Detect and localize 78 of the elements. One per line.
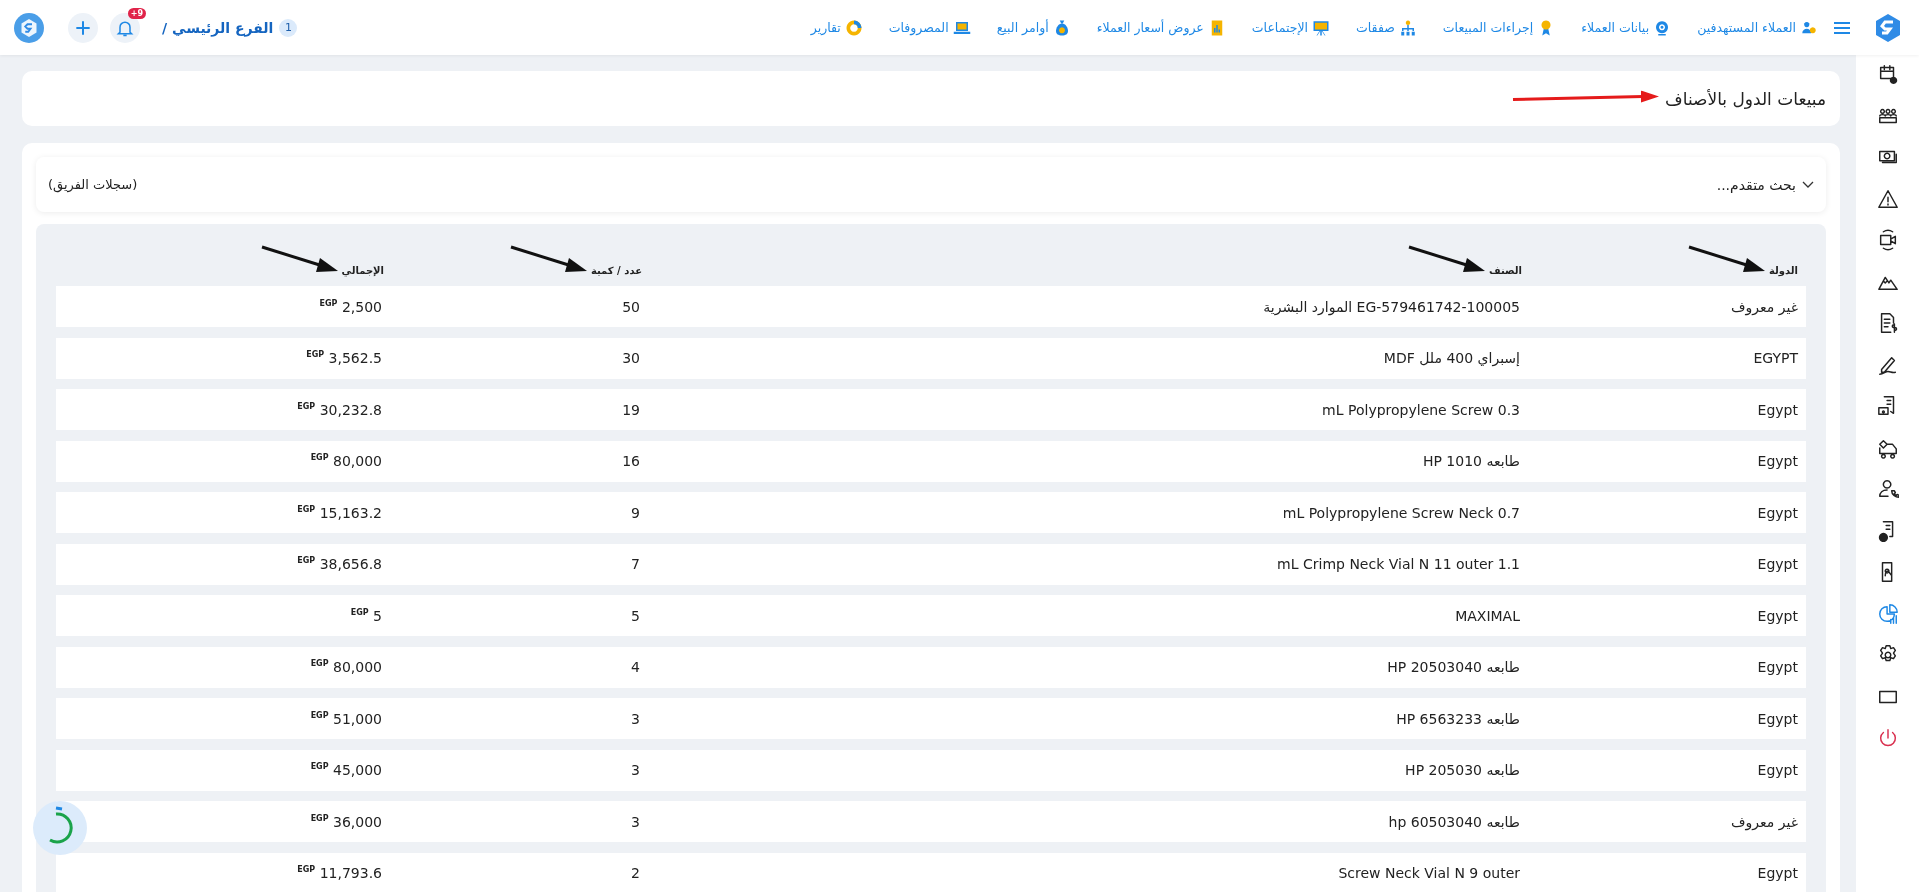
nav-link[interactable]: المصروفات	[888, 18, 971, 37]
table-cell: 5	[631, 607, 640, 624]
nav-link[interactable]: الإجتماعات	[1251, 18, 1330, 37]
branch-name[interactable]: الفرع الرئيسي /	[162, 19, 274, 36]
presentation-board-icon	[1312, 18, 1330, 37]
page-title: مبيعات الدول بالأصناف	[1665, 88, 1826, 109]
table-cell: $^{EGP}$ 80,000	[310, 453, 382, 469]
warning-icon[interactable]	[1876, 187, 1899, 210]
table-cell: $^{EGP}$ 38,656.8	[297, 556, 382, 572]
chart-ring-icon	[844, 18, 863, 37]
table-cell: طابعه HP 205030	[1405, 762, 1520, 778]
nav-link[interactable]: أوامر البيع	[996, 18, 1071, 37]
table-cell: Egypt	[1757, 762, 1798, 778]
table-cell: طابعه HP 20503040	[1387, 659, 1520, 675]
column-header[interactable]: عدد / كمية	[590, 265, 642, 276]
nav-link[interactable]: بيانات العملاء	[1581, 18, 1672, 37]
menu-icon[interactable]	[1832, 19, 1852, 36]
table-cell: Screw Neck Vial N 9 outer	[1338, 865, 1520, 881]
chevron-down-icon	[1802, 180, 1814, 189]
avatar[interactable]	[14, 12, 44, 43]
notification-badge: +9	[127, 7, 146, 19]
table-cell: Egypt	[1757, 607, 1798, 624]
table-cell: طابعه HP 1010	[1422, 453, 1520, 469]
table-cell: $^{EGP}$ 45,000	[310, 762, 382, 778]
table-cell: Egypt	[1757, 453, 1798, 469]
table-cell: 7	[631, 556, 640, 572]
table-cell: 9	[631, 504, 640, 521]
nav-link[interactable]: إجراءات المبيعات	[1442, 18, 1556, 37]
table-cell: غير معروف	[1731, 813, 1798, 830]
table-cell: Egypt	[1757, 865, 1798, 881]
table-cell: 3	[631, 710, 640, 727]
column-header[interactable]: الإجمالي	[341, 265, 384, 276]
table-cell: Egypt	[1757, 710, 1798, 727]
table-cell: MAXIMAL	[1455, 607, 1520, 624]
team-records-label: (سجلات الفريق)	[48, 177, 138, 192]
table-cell: 30	[622, 350, 640, 366]
table-cell: إسبراي 400 ملل MDF	[1383, 350, 1520, 366]
table-cell: Egypt	[1757, 659, 1798, 675]
table-cell: طابعه HP 6563233	[1396, 710, 1520, 727]
table-cell: 3	[631, 762, 640, 778]
nav-link[interactable]: تقارير	[810, 18, 863, 37]
table-cell: $^{EGP}$ 5	[350, 607, 382, 624]
advanced-search-toggle[interactable]: بحث متقدم...	[1716, 174, 1814, 195]
table-cell: $^{EGP}$ 2,500	[319, 298, 382, 315]
table-cell: Egypt	[1757, 401, 1798, 418]
table-cell: mL Polypropylene Screw Neck 0.7	[1282, 504, 1520, 521]
table-cell: EG-579461742-100005 الموارد البشرية	[1263, 298, 1520, 315]
table-cell: mL Polypropylene Screw 0.3	[1322, 401, 1520, 418]
table-cell: mL Crimp Neck Vial N 11 outer 1.1	[1277, 556, 1520, 572]
table-cell: 16	[622, 453, 640, 469]
table-cell: $^{EGP}$ 51,000	[310, 710, 382, 727]
table-cell: $^{EGP}$ 11,793.6	[297, 865, 382, 881]
table-cell: 2	[631, 865, 640, 881]
nav-link[interactable]: عروض أسعار العملاء	[1096, 18, 1226, 37]
pie-chart-icon[interactable]	[1876, 602, 1899, 625]
table-cell: EGYPT	[1753, 350, 1798, 366]
column-header[interactable]: الصنف	[1488, 265, 1522, 276]
nav-link[interactable]: صفقات	[1356, 18, 1417, 37]
table-cell: 50	[622, 298, 640, 315]
add-button[interactable]	[68, 12, 98, 43]
table-cell: Egypt	[1757, 504, 1798, 521]
table-cell: طابعه hp 60503040	[1388, 813, 1520, 830]
table-cell: 19	[622, 401, 640, 418]
column-header[interactable]: الدولة	[1769, 265, 1798, 276]
org-chart-icon	[1398, 18, 1417, 37]
table-cell: $^{EGP}$ 36,000	[310, 813, 382, 830]
table-cell: $^{EGP}$ 30,232.8	[297, 401, 382, 418]
person-phone-icon[interactable]	[1876, 478, 1899, 500]
branch-count-badge: 1	[279, 18, 298, 37]
nav-link[interactable]: العملاء المستهدفين	[1697, 18, 1818, 37]
table-cell: غير معروف	[1731, 298, 1798, 315]
table-cell: Egypt	[1757, 556, 1798, 572]
table-cell: $^{EGP}$ 3,562.5	[306, 350, 382, 366]
table-cell: 3	[631, 813, 640, 830]
table-cell: 4	[631, 659, 640, 675]
table-cell: $^{EGP}$ 80,000	[310, 659, 382, 675]
table-cell: $^{EGP}$ 15,163.2	[297, 504, 382, 521]
loading-spinner-icon	[32, 800, 88, 856]
